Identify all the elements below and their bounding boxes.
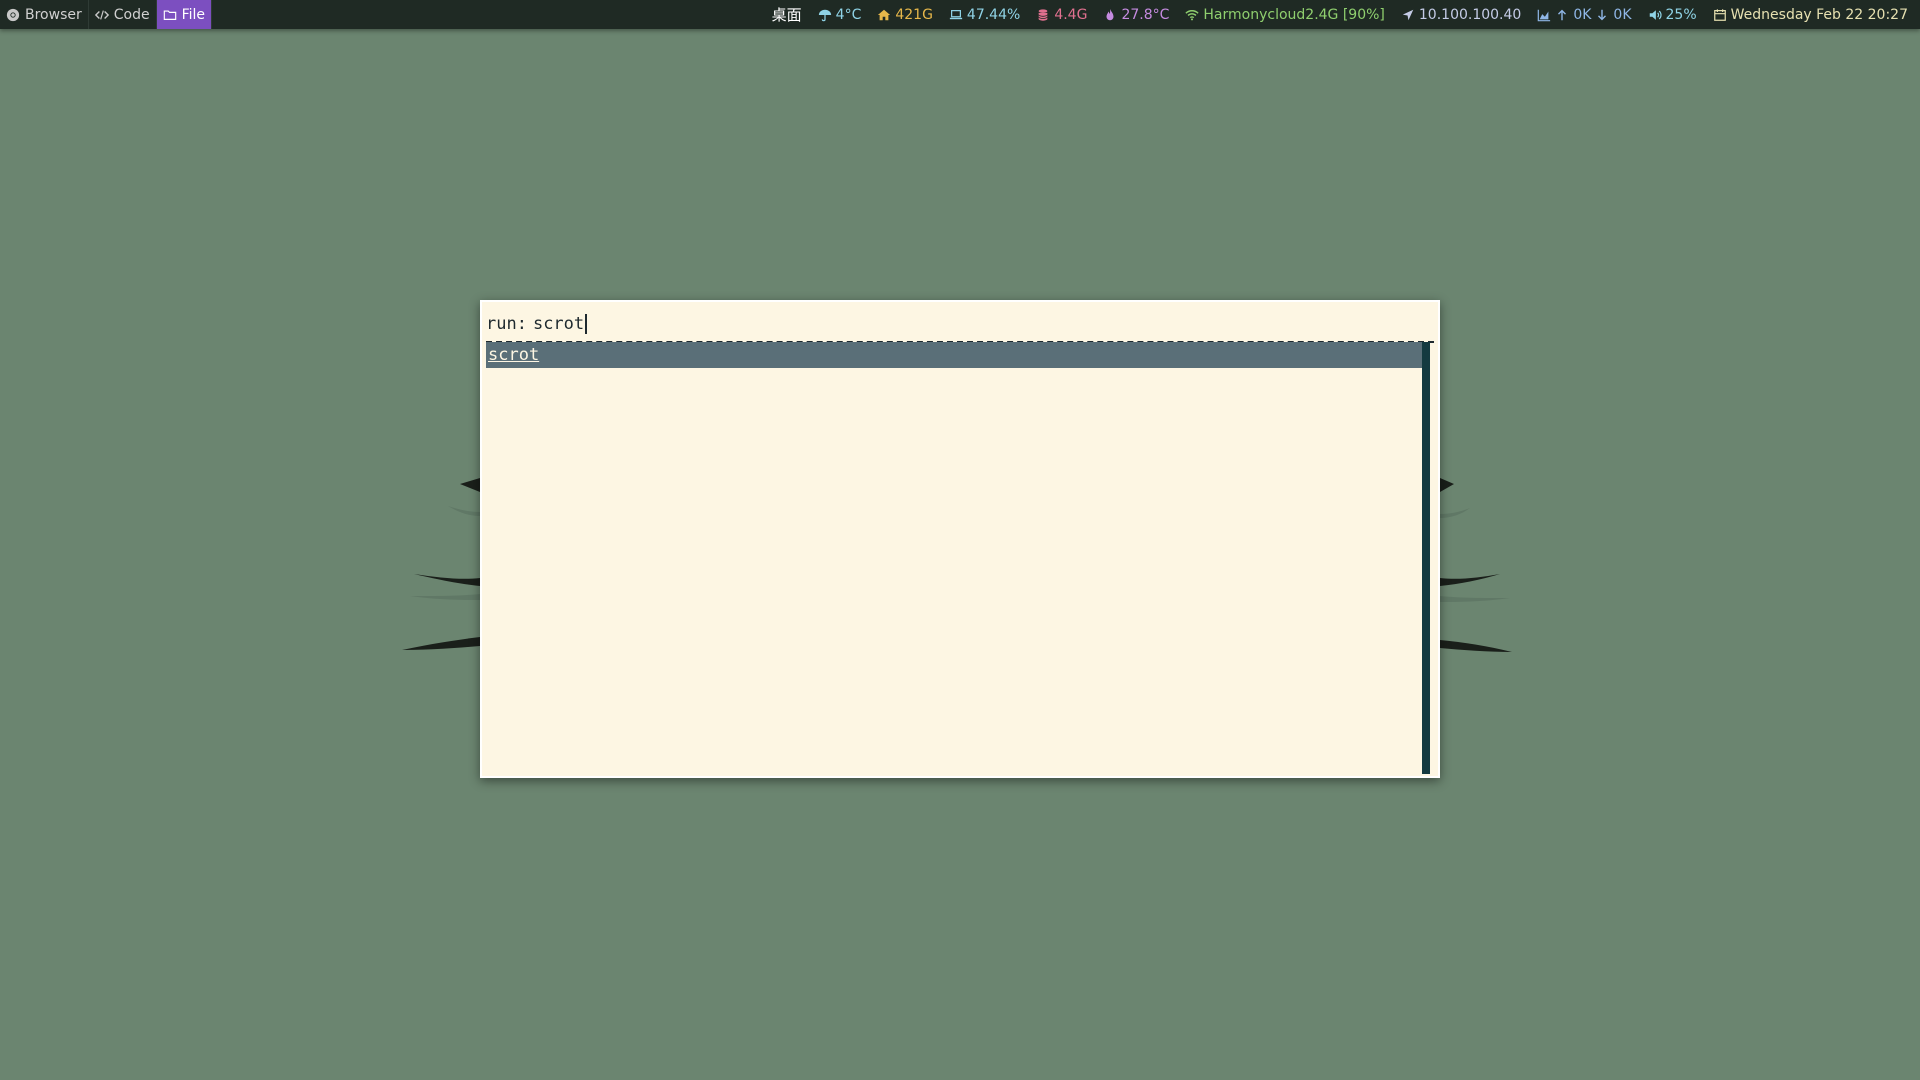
status-area: 桌面 4°C 421G 47.44% 4.4G 27.8°C Harmonycl… bbox=[764, 0, 1920, 29]
volume-module[interactable]: 25% bbox=[1640, 7, 1705, 23]
umbrella-icon bbox=[818, 9, 831, 21]
calendar-icon bbox=[1713, 8, 1726, 21]
list-item-selected[interactable]: scrot bbox=[486, 342, 1426, 368]
home-disk-module[interactable]: 421G bbox=[869, 7, 941, 23]
workspace-label: File bbox=[181, 6, 206, 23]
whisker-right-3 bbox=[1440, 640, 1512, 652]
workspace-label: Code bbox=[113, 6, 150, 23]
ip-module[interactable]: 10.100.100.40 bbox=[1393, 7, 1529, 23]
workspace-label: Browser bbox=[25, 6, 82, 23]
temperature-module[interactable]: 27.8°C bbox=[1095, 7, 1177, 23]
run-input-text: scrot bbox=[532, 314, 585, 334]
whisker-left-3 bbox=[402, 637, 480, 650]
database-icon bbox=[1038, 8, 1049, 21]
volume-icon bbox=[1649, 9, 1662, 20]
workspace-list: Browser Code File bbox=[0, 0, 213, 29]
laptop-icon bbox=[949, 9, 963, 19]
datetime-module[interactable]: Wednesday Feb 22 20:27 bbox=[1705, 7, 1916, 23]
location-arrow-icon bbox=[1402, 9, 1414, 20]
folder-icon bbox=[163, 9, 176, 20]
memory-module[interactable]: 4.4G bbox=[1028, 7, 1095, 23]
top-bar: Browser Code File 桌面 4°C 421G 47.44% 4.4… bbox=[0, 0, 1920, 29]
chrome-icon bbox=[6, 8, 20, 21]
wifi-icon bbox=[1185, 9, 1200, 20]
whisker-left-1 bbox=[460, 478, 480, 492]
prompt-label: run: bbox=[486, 314, 527, 334]
code-icon bbox=[94, 9, 109, 20]
prompt-row: run: scrot bbox=[486, 310, 1434, 343]
scrollbar[interactable] bbox=[1422, 342, 1430, 774]
cpu-module[interactable]: 47.44% bbox=[941, 7, 1028, 23]
workspace-name: 桌面 bbox=[771, 6, 802, 24]
whisker-right-1 bbox=[1440, 478, 1454, 492]
area-chart-icon bbox=[1538, 9, 1551, 21]
weather-module[interactable]: 4°C bbox=[810, 7, 870, 23]
wifi-module[interactable]: Harmonycloud2.4G [90%] bbox=[1177, 7, 1393, 23]
run-input[interactable]: scrot bbox=[532, 314, 588, 334]
text-caret bbox=[585, 314, 588, 334]
arrow-up-icon bbox=[1558, 9, 1567, 20]
scrollbar-handle[interactable] bbox=[1422, 342, 1430, 774]
whisker-right-2 bbox=[1440, 574, 1500, 586]
network-traffic-module[interactable]: 0K 0K bbox=[1529, 7, 1639, 23]
whisker-left-2 bbox=[414, 574, 480, 586]
home-icon bbox=[878, 9, 891, 20]
result-list: scrot bbox=[486, 342, 1426, 734]
workspace-browser[interactable]: Browser bbox=[0, 0, 89, 29]
run-launcher: run: scrot scrot bbox=[480, 300, 1440, 778]
workspace-code[interactable]: Code bbox=[89, 0, 157, 29]
arrow-down-icon bbox=[1598, 9, 1607, 20]
workspace-file[interactable]: File bbox=[156, 0, 213, 29]
list-item-label: scrot bbox=[488, 345, 540, 365]
flame-icon bbox=[1106, 8, 1114, 20]
